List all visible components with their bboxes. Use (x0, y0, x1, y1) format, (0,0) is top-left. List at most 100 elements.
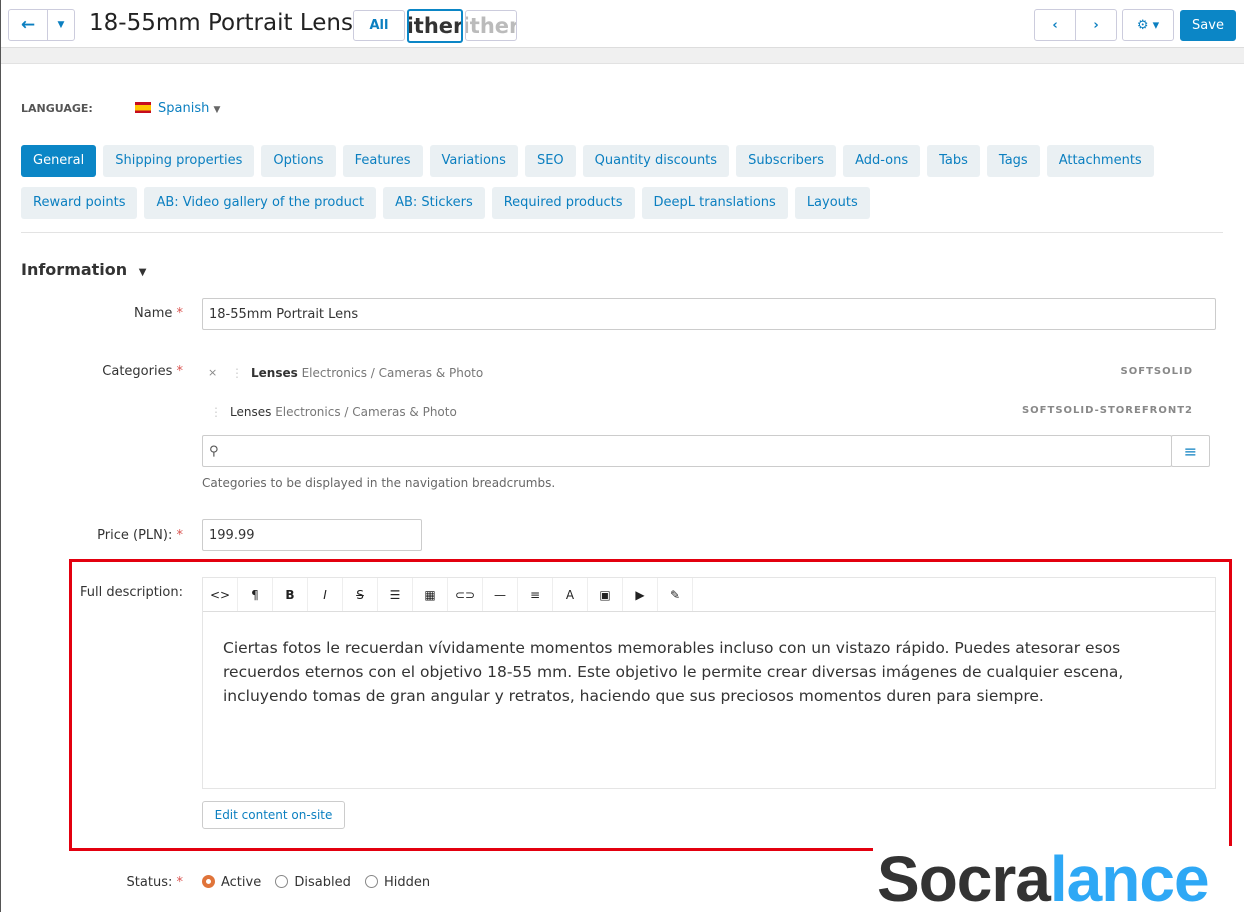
table-icon[interactable]: ▦ (413, 578, 448, 611)
strikethrough-icon[interactable]: S (343, 578, 378, 611)
status-active-radio[interactable]: Active (202, 875, 261, 890)
category-store: SOFTSOLID-STOREFRONT2 (1021, 405, 1193, 416)
tab-deepl-translations[interactable]: DeepL translations (641, 187, 788, 219)
italic-icon[interactable]: I (308, 578, 343, 611)
tab-layouts[interactable]: Layouts (794, 187, 870, 219)
align-icon[interactable]: ≡ (518, 578, 553, 611)
caret-down-icon: ▼ (138, 267, 147, 278)
tab-ab-stickers[interactable]: AB: Stickers (383, 187, 485, 219)
tab-ab-video-gallery-of-the-product[interactable]: AB: Video gallery of the product (144, 187, 377, 219)
horizontal-rule-icon[interactable]: — (483, 578, 518, 611)
link-icon[interactable]: ⊂⊃ (448, 578, 483, 611)
categories-label-text: Categories (102, 364, 173, 379)
code-icon[interactable]: <> (203, 578, 238, 611)
category-item[interactable]: ⋮ Lenses Electronics / Cameras & Photo (231, 366, 483, 380)
status-label: Status: * (126, 875, 183, 890)
categories-hint: Categories to be displayed in the naviga… (202, 476, 556, 490)
drag-handle-icon[interactable]: ⋮ (210, 405, 222, 419)
description-editor: <> ¶ B I S ☰ ▦ ⊂⊃ — ≡ A ▣ ▶ ✎ Ciertas fotos le recuer… (202, 577, 1216, 789)
tab-attachments[interactable]: Attachments (1046, 145, 1154, 177)
chevron-right-icon: › (1093, 17, 1099, 33)
tab-required-products[interactable]: Required products (491, 187, 635, 219)
tab-seo[interactable]: SEO (524, 145, 576, 177)
status-hidden-radio[interactable]: Hidden (364, 875, 431, 890)
list-icon[interactable]: ☰ (378, 578, 413, 611)
tab-options[interactable]: Options (261, 145, 336, 177)
description-label: Full description: (79, 585, 183, 600)
settings-button[interactable]: ⚙ ▾ (1122, 9, 1174, 41)
chevron-left-icon: ‹ (1052, 17, 1058, 33)
save-button[interactable]: Save (1180, 10, 1236, 41)
categories-label: Categories * (102, 364, 183, 379)
tab-variations[interactable]: Variations (429, 145, 518, 177)
tab-general[interactable]: General (21, 145, 97, 177)
name-label: Name * (134, 306, 183, 321)
header-band (1, 48, 1244, 64)
image-icon[interactable]: ▣ (588, 578, 623, 611)
tab-subscribers[interactable]: Subscribers (736, 145, 837, 177)
watermark-logo: Socralance (873, 846, 1244, 912)
search-icon: ⚲ (209, 443, 219, 459)
remove-category-icon[interactable]: × (208, 366, 217, 379)
all-button[interactable]: All (353, 10, 405, 41)
editor-toolbar: <> ¶ B I S ☰ ▦ ⊂⊃ — ≡ A ▣ ▶ ✎ (203, 578, 1215, 612)
thumbnail-selected[interactable]: ither (407, 9, 463, 43)
name-input[interactable]: 18-55mm Portrait Lens (202, 298, 1216, 330)
radio-icon (364, 875, 378, 888)
price-label: Price (PLN): * (97, 528, 183, 543)
spain-flag-icon (135, 102, 151, 113)
edit-on-site-button[interactable]: Edit content on-site (202, 801, 345, 829)
bold-icon[interactable]: B (273, 578, 308, 611)
caret-down-icon: ▼ (57, 20, 65, 30)
section-toggle[interactable]: Information ▼ (21, 260, 146, 279)
radio-icon (275, 875, 289, 888)
price-input[interactable]: 199.99 (202, 519, 422, 551)
category-path: Electronics / Cameras & Photo (275, 405, 457, 419)
watermark-dark: Socra (877, 843, 1051, 915)
category-name: Lenses (251, 366, 298, 380)
category-search-input[interactable]: ⚲ (202, 435, 1172, 467)
text-color-icon[interactable]: A (553, 578, 588, 611)
divider (21, 232, 1223, 233)
tab-add-ons[interactable]: Add-ons (843, 145, 921, 177)
status-disabled-radio[interactable]: Disabled (275, 875, 351, 890)
back-dropdown-button[interactable]: ▼ (47, 9, 75, 41)
top-toolbar: ← ▼ 18-55mm Portrait Lens All ither ithe… (1, 0, 1244, 48)
tab-tags[interactable]: Tags (986, 145, 1040, 177)
radio-label: Active (221, 875, 262, 890)
status-radio-group: Active Disabled Hidden (202, 875, 430, 890)
prev-button[interactable]: ‹ (1034, 9, 1076, 41)
paragraph-icon[interactable]: ¶ (238, 578, 273, 611)
tab-quantity-discounts[interactable]: Quantity discounts (582, 145, 730, 177)
video-icon[interactable]: ▶ (623, 578, 658, 611)
category-name: Lenses (230, 405, 272, 419)
tab-features[interactable]: Features (342, 145, 423, 177)
thumbnail[interactable]: ither (465, 10, 517, 41)
magic-wand-icon[interactable]: ✎ (658, 578, 693, 611)
tab-tabs[interactable]: Tabs (927, 145, 980, 177)
next-button[interactable]: › (1075, 9, 1117, 41)
description-text[interactable]: Ciertas fotos le recuerdan vívidamente m… (203, 612, 1215, 732)
radio-checked-icon (202, 875, 215, 888)
tabs-row-1: General Shipping properties Options Feature… (21, 145, 1161, 177)
gear-icon: ⚙ ▾ (1136, 17, 1160, 33)
watermark-light: lance (1049, 843, 1210, 915)
drag-handle-icon[interactable]: ⋮ (231, 366, 243, 380)
back-button[interactable]: ← (8, 9, 48, 41)
radio-label: Hidden (383, 875, 431, 890)
category-store: SOFTSOLID (1120, 366, 1193, 377)
tab-shipping-properties[interactable]: Shipping properties (103, 145, 255, 177)
arrow-left-icon: ← (20, 15, 36, 35)
category-item[interactable]: ⋮ Lenses Electronics / Cameras & Photo (210, 405, 457, 419)
radio-label: Disabled (294, 875, 351, 890)
category-picker-button[interactable]: ≡ (1171, 435, 1210, 467)
language-value: Spanish (158, 101, 210, 116)
category-path: Electronics / Cameras & Photo (301, 366, 484, 380)
list-icon: ≡ (1183, 441, 1198, 461)
tab-reward-points[interactable]: Reward points (21, 187, 138, 219)
caret-down-icon: ▼ (213, 105, 221, 115)
tabs-row-2: Reward points AB: Video gallery of the pr… (21, 187, 877, 219)
language-select[interactable]: Spanish ▼ (135, 101, 220, 116)
status-label-text: Status: (126, 875, 173, 890)
section-title: Information (21, 260, 128, 279)
